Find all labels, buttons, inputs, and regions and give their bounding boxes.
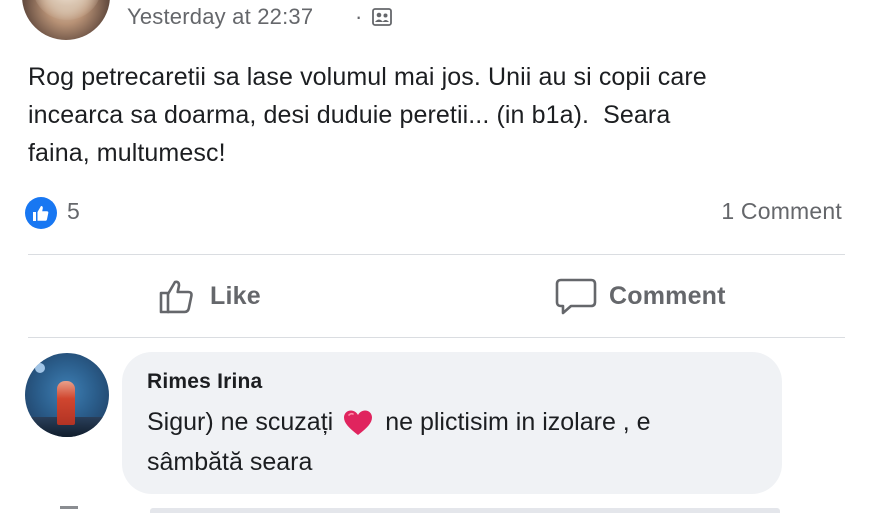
red-heart-emoji: [344, 410, 373, 435]
post-text: Rog petrecaretii sa lase volumul mai jos…: [28, 63, 707, 167]
poster-avatar[interactable]: [22, 0, 110, 40]
comment-text-before-emoji: Sigur) ne scuzați: [147, 408, 334, 436]
timestamp-separator: ·: [355, 4, 363, 29]
comment-button-label: Comment: [609, 281, 726, 310]
comment-text-line2: sâmbătă seara: [147, 448, 313, 476]
comment-author[interactable]: Rimes Irina: [147, 370, 262, 394]
comment-text-after-emoji: ne plictisim in izolare , e: [385, 408, 651, 436]
thumbs-up-icon: [33, 206, 49, 221]
like-button-label: Like: [210, 281, 261, 310]
like-button[interactable]: Like: [158, 270, 261, 322]
facebook-post: Yesterday at 22:37 · Rog petrecaretii sa…: [0, 0, 870, 513]
comment-text-line1: Sigur) ne scuzați ne plictisim in izolar…: [147, 408, 651, 437]
comment-button[interactable]: Comment: [555, 270, 726, 322]
reaction-count[interactable]: 5: [67, 198, 80, 225]
post-timestamp[interactable]: Yesterday at 22:37: [127, 4, 313, 30]
divider: [28, 254, 845, 255]
next-comment-fragment: [150, 508, 780, 513]
commenter-avatar[interactable]: [25, 353, 109, 437]
next-item-fragment: [60, 506, 78, 509]
thumbs-up-outline-icon: [159, 280, 193, 314]
like-reaction-icon[interactable]: [25, 197, 57, 229]
divider: [28, 337, 845, 338]
comment-bubble-icon: [555, 278, 597, 315]
comment-count-link[interactable]: 1 Comment: [721, 198, 842, 225]
friends-audience-icon[interactable]: [372, 8, 392, 26]
